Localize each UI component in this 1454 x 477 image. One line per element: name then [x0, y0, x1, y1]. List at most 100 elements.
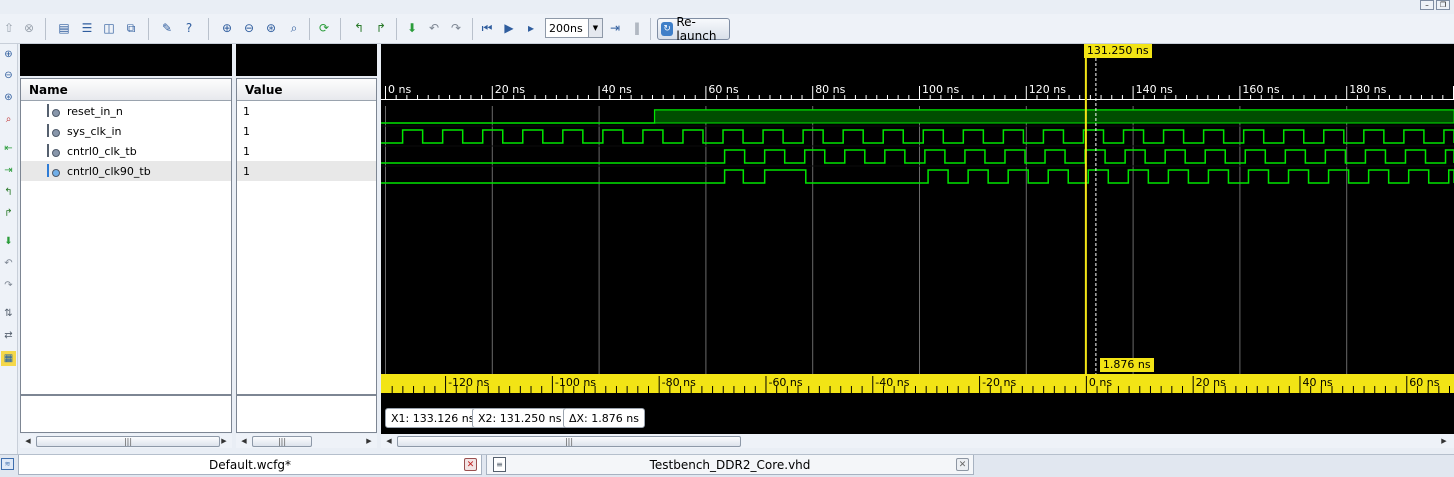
delta-x-measurement: ΔX: 1.876 ns	[563, 408, 645, 428]
ruler-tick-label: 180 ns	[1349, 83, 1386, 96]
ruler-tick-label: 160 ns	[1242, 83, 1279, 96]
go-to-start-icon[interactable]: ↰	[350, 19, 368, 37]
previous-marker-icon[interactable]: ↶	[1, 256, 16, 271]
wrench-icon[interactable]: ✎	[158, 19, 176, 37]
relative-tick-label: -20 ns	[982, 376, 1016, 389]
wave-panel-scrollbar[interactable]: ◀ ||| ▶	[381, 434, 1454, 448]
run-time-select[interactable]: 200ns ▼	[545, 18, 603, 38]
scrollbar-thumb[interactable]: |||	[252, 436, 312, 447]
value-panel-header-spacer	[236, 44, 377, 76]
chevron-down-icon[interactable]: ▼	[588, 19, 602, 37]
signal-icon	[45, 143, 61, 159]
cursor-delta-label: 1.876 ns	[1099, 358, 1154, 372]
zoom-fit-icon[interactable]: ⊛	[262, 19, 280, 37]
restart-icon[interactable]: ⏮	[478, 19, 496, 37]
close-icon[interactable]: ✕	[464, 458, 477, 471]
next-transition-icon[interactable]: ↱	[1, 206, 16, 221]
zoom-cursor-icon[interactable]: ⌕	[285, 19, 303, 37]
signal-row-sys-clk-in[interactable]: sys_clk_in	[21, 121, 231, 141]
snap-icon[interactable]: ⇄	[1, 328, 16, 343]
pause-icon[interactable]: ‖	[628, 19, 646, 37]
value-column-header[interactable]: Value	[237, 79, 376, 101]
value-panel-scrollbar[interactable]: ◀ ||| ▶	[236, 434, 377, 448]
main-cursor-label[interactable]: 131.250 ns	[1083, 44, 1152, 58]
scroll-left-icon[interactable]: ◀	[238, 435, 250, 447]
waveform-canvas[interactable]: 0 ns 20 ns 40 ns 60 ns 80 ns 100 ns 120 ns 140 …	[381, 44, 1454, 434]
name-panel-scrollbar[interactable]: ◀ ||| ▶	[20, 434, 232, 448]
zoom-cursor-icon[interactable]: ⌕	[1, 112, 16, 127]
signal-icon	[45, 103, 61, 119]
ruler-tick-label: 100 ns	[922, 83, 959, 96]
zoom-out-icon[interactable]: ⊖	[240, 19, 258, 37]
bus-view-icon[interactable]: ▦	[1, 351, 16, 366]
add-marker-icon[interactable]: ⬇	[1, 234, 16, 249]
group-icon[interactable]: ▤	[55, 19, 73, 37]
scroll-right-icon[interactable]: ▶	[218, 435, 230, 447]
scroll-left-icon[interactable]: ◀	[383, 435, 395, 447]
up-arrow-icon[interactable]: ⇧	[0, 19, 18, 37]
signal-row-cntrl0-clk-tb[interactable]: cntrl0_clk_tb	[21, 141, 231, 161]
waveform-cntrl0-clk-tb	[381, 149, 1454, 164]
main-toolbar: ⇧ ⊗ ▤ ☰ ◫ ⧉ ✎ ? ⊕ ⊖ ⊛ ⌕ ⟳ ↰ ↱ ⬇ ↶ ↷ ⏮ ▶ …	[0, 14, 1454, 44]
relaunch-button[interactable]: ↻ Re-launch	[657, 15, 730, 43]
waveform-panel[interactable]: 0 ns 20 ns 40 ns 60 ns 80 ns 100 ns 120 ns 140 …	[381, 44, 1454, 434]
relaunch-icon: ↻	[661, 22, 674, 36]
waveform-viewer-window: – ❐ ⇧ ⊗ ▤ ☰ ◫ ⧉ ✎ ? ⊕ ⊖ ⊛ ⌕ ⟳ ↰ ↱ ⬇ ↶ ↷ …	[0, 0, 1454, 477]
tab-label: Default.wcfg*	[209, 457, 291, 472]
scroll-left-icon[interactable]: ◀	[22, 435, 34, 447]
ruler-tick-label: 120 ns	[1029, 83, 1066, 96]
next-marker-icon[interactable]: ↷	[447, 19, 465, 37]
relative-tick-label: 20 ns	[1196, 376, 1226, 389]
zoom-in-icon[interactable]: ⊕	[1, 47, 16, 62]
name-column-header[interactable]: Name	[21, 79, 231, 101]
relative-tick-label: -80 ns	[662, 376, 696, 389]
ruler-tick-label: 0 ns	[388, 83, 411, 96]
minimize-icon[interactable]: –	[1420, 0, 1434, 10]
go-to-end-icon[interactable]: ⇥	[1, 163, 16, 178]
cancel-icon[interactable]: ⊗	[20, 19, 38, 37]
step-icon[interactable]: ⇥	[606, 19, 624, 37]
help-icon[interactable]: ?	[180, 19, 198, 37]
zoom-fit-icon[interactable]: ⊛	[1, 90, 16, 105]
add-marker-icon[interactable]: ⬇	[403, 19, 421, 37]
scrollbar-thumb[interactable]: |||	[397, 436, 741, 447]
tab-label: Testbench_DDR2_Core.vhd	[649, 457, 811, 472]
previous-marker-icon[interactable]: ↶	[425, 19, 443, 37]
name-panel-header-spacer	[20, 44, 232, 76]
signal-value: 1	[243, 104, 250, 118]
swap-cursors-icon[interactable]: ⇅	[1, 306, 16, 321]
relative-tick-label: -100 ns	[555, 376, 596, 389]
go-to-start-icon[interactable]: ⇤	[1, 141, 16, 156]
waveform-sys-clk-in	[381, 129, 1454, 144]
scrollbar-thumb[interactable]: |||	[36, 436, 220, 447]
close-icon[interactable]: ✕	[956, 458, 969, 471]
restore-icon[interactable]: ❐	[1436, 0, 1450, 10]
run-for-icon[interactable]: ▸	[522, 19, 540, 37]
scroll-right-icon[interactable]: ▶	[1438, 435, 1450, 447]
editor-tab-bar: ≋ Default.wcfg* ✕ ≡ Testbench_DDR2_Core.…	[0, 454, 1454, 477]
zoom-in-icon[interactable]: ⊕	[218, 19, 236, 37]
waveform-cntrl0-clk90-tb	[381, 169, 1454, 184]
relative-tick-label: 40 ns	[1302, 376, 1332, 389]
previous-transition-icon[interactable]: ↰	[1, 185, 16, 200]
refresh-icon[interactable]: ⟳	[315, 19, 333, 37]
tab-testbench-vhd[interactable]: ≡ Testbench_DDR2_Core.vhd ✕	[486, 455, 974, 475]
next-marker-icon[interactable]: ↷	[1, 278, 16, 293]
signal-row-reset-in-n[interactable]: reset_in_n	[21, 101, 231, 121]
relative-tick-label: 0 ns	[1089, 376, 1112, 389]
signal-name: cntrl0_clk_tb	[67, 144, 137, 158]
signal-name: reset_in_n	[67, 104, 123, 118]
waveform-reset-in-n-fill	[654, 109, 1454, 124]
new-window-icon[interactable]: ◫	[100, 19, 118, 37]
virtual-bus-icon[interactable]: ⧉	[122, 19, 140, 37]
scroll-right-icon[interactable]: ▶	[363, 435, 375, 447]
run-all-icon[interactable]: ▶	[500, 19, 518, 37]
x2-measurement: X2: 131.250 ns	[472, 408, 568, 428]
go-to-end-icon[interactable]: ↱	[372, 19, 390, 37]
tab-default-wcfg[interactable]: Default.wcfg* ✕	[18, 455, 482, 475]
signal-row-cntrl0-clk90-tb[interactable]: cntrl0_clk90_tb	[21, 161, 231, 181]
divider-icon[interactable]: ☰	[78, 19, 96, 37]
objects-name-panel: Name reset_in_n sys_clk_in cntrl0_clk_tb…	[20, 78, 232, 395]
signal-icon	[45, 163, 61, 179]
zoom-out-icon[interactable]: ⊖	[1, 68, 16, 83]
